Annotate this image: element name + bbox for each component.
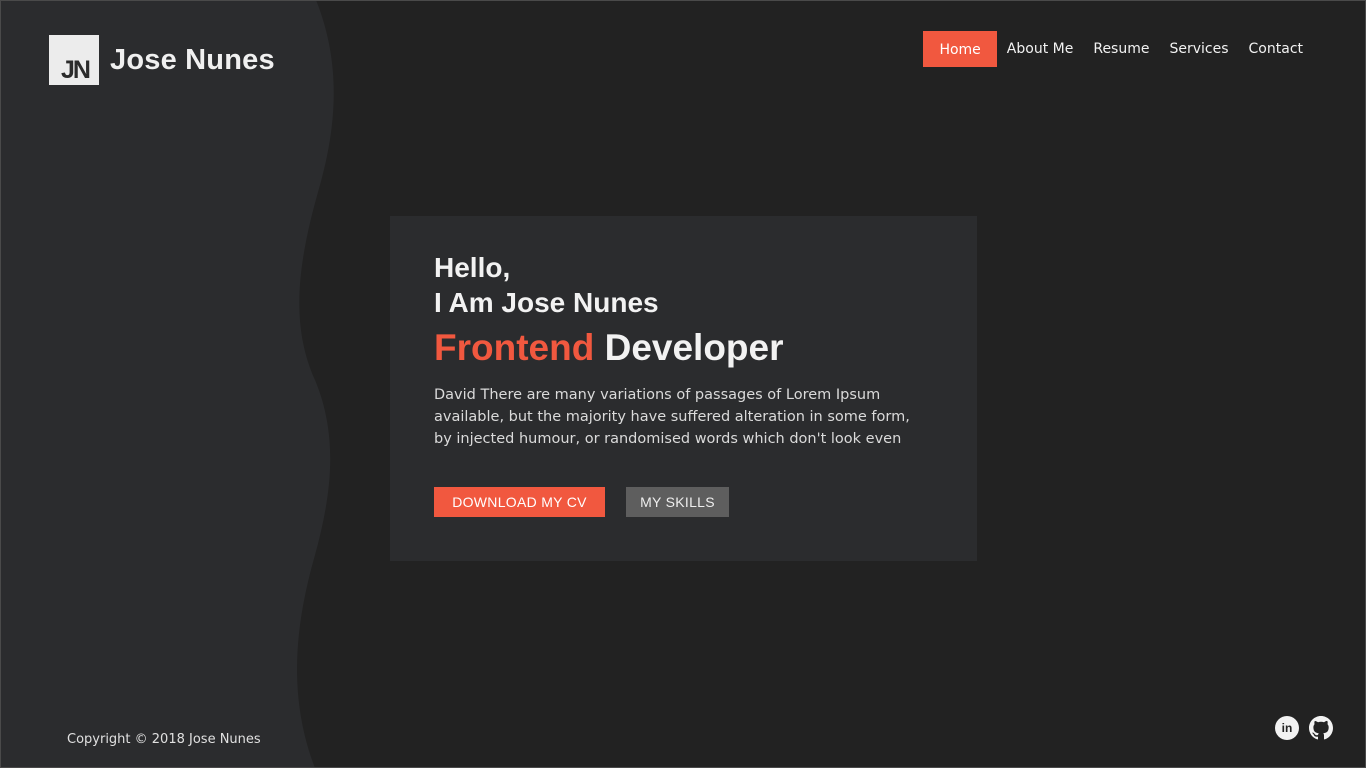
nav-item-resume[interactable]: Resume bbox=[1083, 31, 1159, 67]
hero-greeting-line2: I Am Jose Nunes bbox=[434, 287, 659, 318]
linkedin-glyph: in bbox=[1281, 721, 1293, 735]
brand-logo: JN bbox=[49, 35, 99, 85]
hero-description-line: by injected humour, or randomised words … bbox=[434, 431, 902, 447]
my-skills-button[interactable]: MY SKILLS bbox=[626, 487, 729, 517]
github-icon[interactable] bbox=[1309, 716, 1333, 740]
hero-role: Frontend Developer bbox=[434, 327, 784, 369]
nav-item-home[interactable]: Home bbox=[923, 31, 997, 67]
hero-greeting-line1: Hello, bbox=[434, 252, 511, 283]
hero-description-line: David There are many variations of passa… bbox=[434, 387, 881, 403]
nav-item-services[interactable]: Services bbox=[1159, 31, 1238, 67]
hero-card: Hello, I Am Jose Nunes Frontend Develope… bbox=[390, 216, 977, 561]
copyright-text: Copyright © 2018 Jose Nunes bbox=[67, 732, 261, 747]
hero-description: David There are many variations of passa… bbox=[434, 384, 934, 450]
hero-role-accent: Frontend bbox=[434, 327, 595, 368]
brand[interactable]: JN Jose Nunes bbox=[49, 35, 275, 85]
download-cv-button[interactable]: DOWNLOAD MY CV bbox=[434, 487, 605, 517]
nav-item-about-me[interactable]: About Me bbox=[997, 31, 1084, 67]
brand-name: Jose Nunes bbox=[110, 43, 275, 76]
github-icon-svg bbox=[1309, 716, 1333, 740]
left-wave-panel bbox=[0, 0, 334, 768]
brand-logo-text: JN bbox=[61, 56, 91, 84]
hero-greeting: Hello, I Am Jose Nunes bbox=[434, 250, 659, 320]
nav-item-contact[interactable]: Contact bbox=[1239, 31, 1313, 67]
main-nav: Home About Me Resume Services Contact bbox=[923, 31, 1313, 67]
linkedin-icon[interactable]: in bbox=[1275, 716, 1299, 740]
hero-role-rest: Developer bbox=[604, 327, 784, 368]
hero-description-line: available, but the majority have suffere… bbox=[434, 409, 910, 425]
social-links: in bbox=[1265, 716, 1333, 740]
